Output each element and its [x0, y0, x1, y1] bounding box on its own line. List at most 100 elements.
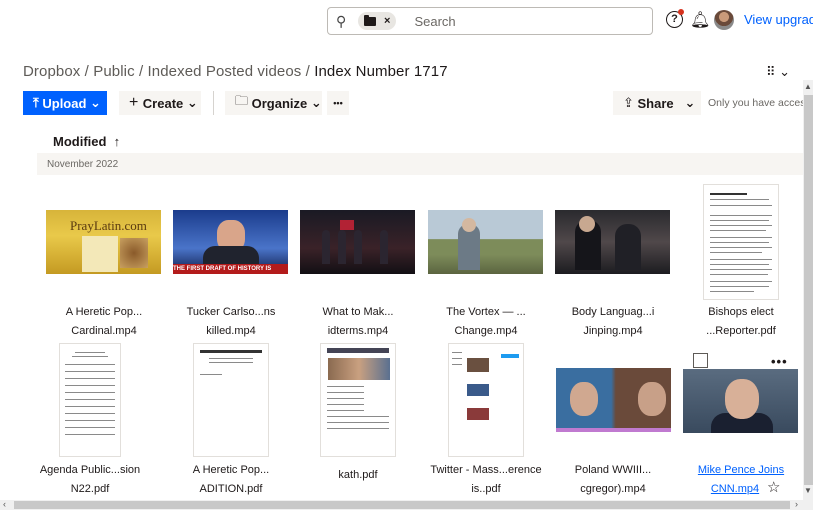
doc-line [64, 434, 116, 435]
search-input[interactable]: Search [414, 14, 455, 29]
file-name-line2[interactable]: is..pdf [421, 483, 551, 495]
file-thumbnail[interactable] [300, 210, 415, 274]
file-thumbnail[interactable]: THE FIRST DRAFT OF HISTORY IS ALWAYS WRO… [173, 210, 288, 274]
file-name-line2[interactable]: Cardinal.mp4 [39, 325, 169, 337]
view-upgrade-link[interactable]: View upgrade [744, 12, 813, 27]
file-thumbnail[interactable] [555, 210, 670, 274]
file-thumbnail[interactable] [59, 343, 121, 457]
more-actions-button[interactable]: ••• [327, 91, 349, 115]
scroll-up-icon[interactable]: ▲ [804, 82, 812, 91]
file-name-line1[interactable]: Twitter - Mass...erence [421, 464, 551, 476]
star-icon[interactable]: ☆ [767, 478, 780, 496]
file-name-line1[interactable]: The Vortex — ... [421, 306, 551, 318]
horizontal-scroll-thumb[interactable] [14, 501, 790, 509]
organize-button[interactable]: 🗀 Organize ⌄ [225, 91, 322, 115]
file-thumbnail[interactable] [193, 343, 269, 457]
file-thumbnail[interactable] [448, 343, 524, 457]
person-shape [615, 224, 641, 270]
breadcrumb-sep: / [80, 63, 94, 80]
file-name-line1[interactable]: Mike Pence Joins [676, 464, 806, 476]
file-more-options-button[interactable]: ••• [771, 354, 788, 369]
search-box[interactable]: ⚲ × Search [327, 7, 653, 35]
face-shape [570, 382, 598, 416]
file-name-line2[interactable]: ...Reporter.pdf [676, 325, 806, 337]
flag-shape [340, 220, 354, 230]
file-name-line1[interactable]: Body Languag...i [548, 306, 678, 318]
doc-line [451, 358, 463, 360]
chevron-down-icon: ⌄ [307, 95, 322, 110]
head-shape [579, 216, 595, 232]
breadcrumb: Dropbox / Public / Indexed Posted videos… [23, 63, 448, 80]
view-grid-icon[interactable]: ⠿ ⌄ [766, 64, 790, 80]
vertical-scroll-thumb[interactable] [804, 95, 813, 485]
folder-filter-chip[interactable]: × [358, 12, 397, 30]
sort-modified-header[interactable]: Modified ↑ [53, 134, 120, 149]
file-thumbnail[interactable] [703, 184, 779, 300]
doc-button-shape [501, 354, 519, 358]
top-bar: ⚲ × Search ? 🔔︎ View upgrade [0, 0, 813, 42]
organize-label: Organize [251, 95, 308, 111]
file-name-line2[interactable]: Jinping.mp4 [548, 325, 678, 337]
file-name-line1[interactable]: kath.pdf [293, 469, 423, 481]
breadcrumb-item-dropbox[interactable]: Dropbox [23, 63, 80, 80]
file-name-line1[interactable]: A Heretic Pop... [39, 306, 169, 318]
doc-line [208, 362, 254, 364]
doc-line [326, 392, 364, 394]
file-thumbnail[interactable] [320, 343, 396, 457]
person-shape [322, 230, 330, 264]
file-thumbnail[interactable] [683, 369, 798, 433]
doc-header-bar [326, 348, 390, 353]
file-thumbnail[interactable] [556, 368, 671, 432]
doc-line [709, 281, 773, 283]
share-button[interactable]: ⇪ Share ⌄ [613, 91, 701, 115]
file-name-line2[interactable]: cgregor).mp4 [548, 483, 678, 495]
doc-line [199, 374, 223, 376]
file-thumbnail[interactable] [428, 210, 543, 274]
doc-line [709, 264, 770, 266]
scroll-right-icon[interactable]: › [795, 499, 798, 509]
page-title: Index Number 1717 [314, 63, 448, 80]
chevron-down-icon: ⌄ [86, 95, 101, 110]
avatar[interactable] [714, 10, 734, 30]
scroll-down-icon[interactable]: ▼ [804, 486, 812, 495]
doc-line [451, 352, 463, 354]
upload-button[interactable]: ⤒ Upload ⌄ [23, 91, 107, 115]
file-name-line2[interactable]: CNN.mp4 [670, 483, 800, 495]
doc-line [326, 422, 390, 424]
doc-line [709, 259, 773, 261]
bell-icon[interactable]: 🔔︎ [690, 10, 710, 30]
doc-line [64, 385, 116, 386]
doc-line [709, 215, 773, 217]
file-name-line1[interactable]: Tucker Carlso...ns [166, 306, 296, 318]
file-name-line2[interactable]: ADITION.pdf [166, 483, 296, 495]
doc-line [709, 247, 773, 249]
file-name-line2[interactable]: idterms.mp4 [293, 325, 423, 337]
doc-line [326, 428, 390, 430]
file-name-line2[interactable]: N22.pdf [25, 483, 155, 495]
file-name-line1[interactable]: Poland WWIII... [548, 464, 678, 476]
doc-line [709, 291, 755, 293]
access-status: Only you have access [708, 97, 811, 109]
breadcrumb-item-indexed[interactable]: Indexed Posted videos [148, 63, 302, 80]
breadcrumb-item-public[interactable]: Public [93, 63, 134, 80]
file-name-line1[interactable]: Bishops elect [676, 306, 806, 318]
doc-line [64, 420, 116, 421]
create-button[interactable]: + Create ⌄ [119, 91, 201, 115]
file-name-line2[interactable]: Change.mp4 [421, 325, 551, 337]
file-name-line1[interactable]: A Heretic Pop... [166, 464, 296, 476]
chyron: THE FIRST DRAFT OF HISTORY IS ALWAYS WRO… [173, 264, 288, 274]
doc-line [72, 356, 108, 358]
file-name-line1[interactable]: Agenda Public...sion [25, 464, 155, 476]
chip-close-icon[interactable]: × [384, 15, 390, 27]
chevron-down-icon[interactable]: ⌄ [674, 95, 695, 111]
doc-line [709, 230, 767, 232]
scroll-left-icon[interactable]: ‹ [3, 499, 6, 509]
doc-line [709, 220, 770, 222]
file-name-line1[interactable]: What to Mak... [293, 306, 423, 318]
doc-line [64, 413, 116, 414]
select-checkbox[interactable] [693, 353, 708, 368]
doc-line [709, 286, 770, 288]
file-thumbnail[interactable]: PrayLatin.com [46, 210, 161, 274]
folder-icon [364, 14, 376, 26]
file-name-line2[interactable]: killed.mp4 [166, 325, 296, 337]
